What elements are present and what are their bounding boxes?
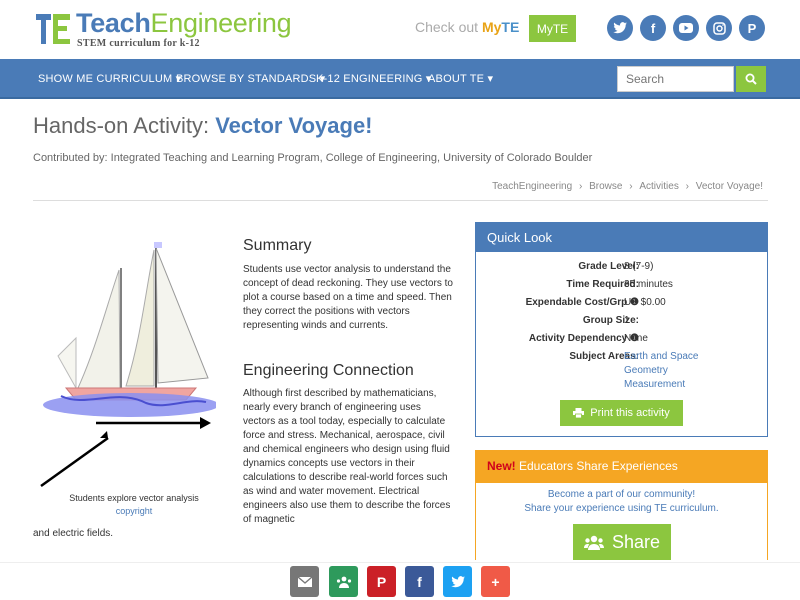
share-line-2: Share your experience using TE curriculu… xyxy=(524,503,719,514)
share-button[interactable]: Share xyxy=(573,524,671,560)
classroom-icon xyxy=(336,576,351,588)
pinterest-icon: P xyxy=(376,573,387,590)
checkout-text: Check out xyxy=(415,19,479,35)
quick-look-value: None xyxy=(624,333,648,344)
search-input[interactable] xyxy=(617,66,734,92)
engineering-connection-text-tail: and electric fields. xyxy=(33,528,114,539)
print-label: Print this activity xyxy=(590,407,670,419)
instagram-icon[interactable] xyxy=(706,15,732,41)
nav-show-me-curriculum[interactable]: SHOW ME CURRICULUM ▾ xyxy=(38,59,181,99)
logo-engineering: Engineering xyxy=(150,8,292,38)
educators-share-panel: New! Educators Share Experiences Become … xyxy=(475,450,768,560)
share-heading: New! Educators Share Experiences xyxy=(476,451,767,483)
breadcrumb-item: Vector Voyage! xyxy=(695,181,763,192)
title-prefix: Hands-on Activity: xyxy=(33,113,216,138)
page-title: Hands-on Activity: Vector Voyage! xyxy=(33,113,373,139)
quick-look-value: US $0.00 xyxy=(624,297,666,308)
pinterest-icon[interactable]: P xyxy=(739,15,765,41)
title-name: Vector Voyage! xyxy=(215,113,373,138)
share-label: Share xyxy=(611,531,661,552)
engineering-connection-text: Although first described by mathematicia… xyxy=(243,388,451,525)
caption-text: Students explore vector analysis xyxy=(69,493,199,503)
plus-icon: + xyxy=(491,573,500,590)
nav-k12-engineering[interactable]: K-12 ENGINEERING ▾ xyxy=(316,59,432,99)
share-line-1: Become a part of our community! xyxy=(547,489,696,500)
quick-look-key: Group Size: xyxy=(582,315,639,326)
engineering-connection-heading: Engineering Connection xyxy=(243,362,414,379)
new-label: New! xyxy=(487,459,516,473)
logo-tagline: STEM curriculum for k-12 xyxy=(77,38,200,49)
subject-area-link[interactable]: Earth and Space xyxy=(624,351,699,362)
quick-look-panel: Quick Look Grade Level: 8 (7-9) Time Req… xyxy=(475,222,768,437)
copyright-link[interactable]: copyright xyxy=(36,505,232,518)
breadcrumb-separator: › xyxy=(685,181,689,192)
email-icon xyxy=(297,576,312,587)
share-community-text: Become a part of our community! Share yo… xyxy=(476,488,767,516)
search-icon xyxy=(745,73,757,85)
nav-label: BROWSE BY STANDARDS xyxy=(176,73,317,85)
quick-look-key-cost: Expendable Cost/Grp ❶ xyxy=(526,297,639,308)
quick-look-heading: Quick Look xyxy=(476,223,767,252)
search-button[interactable] xyxy=(736,66,766,92)
sailboat-vector-image[interactable] xyxy=(36,238,216,488)
users-icon xyxy=(583,535,604,550)
subject-area-link[interactable]: Measurement xyxy=(624,379,685,390)
youtube-icon[interactable] xyxy=(673,15,699,41)
breadcrumb-separator: › xyxy=(629,181,633,192)
pinterest-share-button[interactable]: P xyxy=(367,566,396,597)
checkout-my: My xyxy=(481,19,502,35)
facebook-icon[interactable]: f xyxy=(640,15,666,41)
breadcrumb-separator: › xyxy=(578,181,583,192)
myte-button[interactable]: MyTE xyxy=(529,15,576,42)
quick-look-key-dependency: Activity Dependency ❶ xyxy=(529,333,639,344)
facebook-icon: f xyxy=(417,573,422,590)
divider xyxy=(33,200,768,201)
logo-teach: Teach xyxy=(76,8,151,38)
quick-look-key: Activity Dependency xyxy=(528,333,628,344)
classroom-share-button[interactable] xyxy=(329,566,358,597)
breadcrumb-item[interactable]: Browse xyxy=(589,181,622,192)
site-header: TeachEngineering STEM curriculum for k-1… xyxy=(0,0,800,58)
quick-look-key: Expendable Cost/Grp xyxy=(525,297,628,308)
breadcrumb-item[interactable]: Activities xyxy=(639,181,678,192)
twitter-icon xyxy=(450,575,465,587)
subject-area-link[interactable]: Geometry xyxy=(624,365,668,376)
logo-wordmark[interactable]: TeachEngineering xyxy=(76,8,292,39)
quick-look-value: 35 minutes xyxy=(624,279,673,290)
floating-share-bar xyxy=(0,562,800,600)
teachengineering-logo-icon[interactable] xyxy=(36,12,70,46)
quick-look-value: 8 (7-9) xyxy=(624,261,654,272)
summary-heading: Summary xyxy=(243,237,312,254)
more-share-button[interactable]: + xyxy=(481,566,510,597)
share-title: Educators Share Experiences xyxy=(515,459,678,473)
nav-label: K-12 ENGINEERING xyxy=(316,73,423,85)
breadcrumb: TeachEngineering › Browse › Activities ›… xyxy=(488,181,763,192)
nav-about-te[interactable]: ABOUT TE ▾ xyxy=(428,59,493,99)
nav-label: SHOW ME CURRICULUM xyxy=(38,73,173,85)
twitter-share-button[interactable] xyxy=(443,566,472,597)
checkout-te: TE xyxy=(501,19,520,35)
image-caption: Students explore vector analysis copyrig… xyxy=(36,492,232,518)
checkout-myte-link[interactable]: Check out MyTE xyxy=(415,19,519,35)
breadcrumb-item[interactable]: TeachEngineering xyxy=(492,181,572,192)
quick-look-value: 1 xyxy=(624,315,630,326)
print-icon xyxy=(573,408,585,418)
summary-text: Students use vector analysis to understa… xyxy=(243,264,453,331)
email-share-button[interactable] xyxy=(290,566,319,597)
contributor-line: Contributed by: Integrated Teaching and … xyxy=(33,152,593,164)
print-activity-button[interactable]: Print this activity xyxy=(560,400,683,426)
facebook-share-button[interactable]: f xyxy=(405,566,434,597)
nav-browse-by-standards[interactable]: BROWSE BY STANDARDS ▾ xyxy=(176,59,325,99)
twitter-icon[interactable] xyxy=(607,15,633,41)
nav-label: ABOUT TE xyxy=(428,73,485,85)
